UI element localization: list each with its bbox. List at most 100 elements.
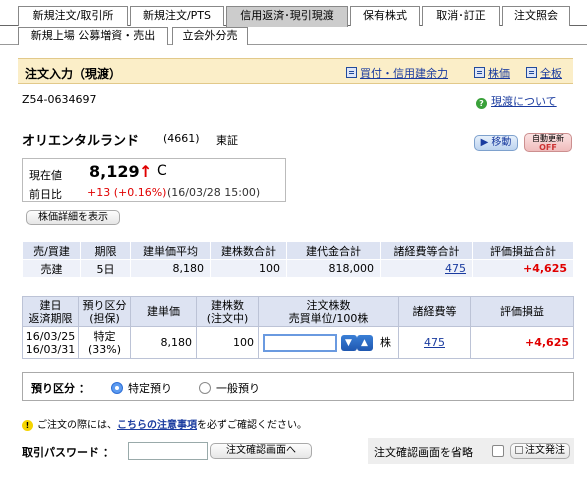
auto-update-state: OFF [539,143,557,152]
due-date: 16/03/31 [25,342,76,356]
col-avg: 建単価平均 [130,241,211,260]
col-category-label: 預り区分 [82,298,127,312]
auto-update-button[interactable]: 自動更新 OFF [524,133,572,152]
col-qty: 建株数合計 [210,241,287,260]
fees-cell[interactable]: 475 [398,326,471,359]
deposit-label: 預り区分 ： [31,382,90,395]
link-buy-margin[interactable]: 買付・信用建余力 [346,65,448,81]
summary-row: 売建 5日 8,180 100 818,000 475 +4,625 [22,259,574,278]
col-pl2: 評価損益 [470,296,574,327]
chevron-down-icon[interactable]: ▼ [340,334,357,351]
order-qty-cell: ▼ ▲ 株 [258,326,399,359]
pl-value: +4,625 [472,259,574,278]
radio-off-icon[interactable] [199,382,211,394]
change-label: 前日比 [29,188,62,201]
radio-on-icon[interactable] [111,382,123,394]
summary-table: 売/買建 期限 建単価平均 建株数合計 建代金合計 諸経費等合計 評価損益合計 … [22,241,574,278]
tab-cancel-modify[interactable]: 取消･訂正 [422,6,500,26]
col-collateral-label: (担保) [89,311,120,325]
col-order: 注文株数 売買単位/100株 [258,296,399,327]
col-fees2: 諸経費等 [398,296,471,327]
skip-checkbox[interactable] [492,445,504,457]
detail-table: 建日 返済期限 預り区分 (担保) 建単価 建株数 (注文中) 注文株数 売買単位/10… [22,296,574,359]
shares-value: 100 [196,326,259,359]
tab-margin-settlement[interactable]: 信用返済･現引現渡 [226,6,348,27]
tab-new-order-pts[interactable]: 新規注文/PTS [130,6,224,26]
link-about[interactable]: ? 現渡について [476,93,557,109]
link-full-board[interactable]: 全板 [526,65,562,81]
sub-tabs: 新規上場 公募増資・売出 立会外分売 [0,27,587,45]
tab-new-order-exchange[interactable]: 新規注文/取引所 [18,6,128,26]
col-pl: 評価損益合計 [472,241,574,260]
col-category: 預り区分 (担保) [78,296,131,327]
list-icon [474,67,485,78]
col-pending-label: (注文中) [206,311,249,325]
stock-detail-button[interactable]: 株価詳細を表示 [26,210,120,225]
skip-label: 注文確認画面を省略 [374,446,473,459]
col-date: 建日 返済期限 [22,296,79,327]
skip-box: 注文確認画面を省略 注文発注 [368,438,574,464]
col-shares-label: 建株数 [211,298,244,312]
notice-pre: ご注文の際には、 [37,420,117,431]
amount-value: 818,000 [286,259,381,278]
qty-value: 100 [210,259,287,278]
col-unit-label: 売買単位/100株 [288,311,369,325]
date-cell: 16/03/25 16/03/31 [22,326,79,359]
col-date-label: 建日 [39,298,62,312]
check-icon [515,446,523,454]
notice-post: を必ずご確認ください。 [197,420,307,431]
radio-specific[interactable]: 特定預り [111,380,172,396]
link-stock-price[interactable]: 株価 [474,65,510,81]
list-icon [526,67,537,78]
price-change: +13 (+0.16%) [87,186,167,199]
unit-label: 株 [380,335,391,349]
place-order-button[interactable]: 注文発注 [510,443,570,459]
avg-value: 8,180 [130,259,211,278]
order-qty-input[interactable] [263,333,337,352]
tab-holdings[interactable]: 保有株式 [350,6,420,26]
tab-off-floor[interactable]: 立会外分売 [172,27,248,45]
price-flag: C [157,163,167,179]
current-price-label: 現在値 [29,169,62,182]
col-order-label: 注文株数 [306,298,351,312]
tab-new-listing[interactable]: 新規上場 公募増資・売出 [18,27,168,45]
password-input[interactable] [128,442,208,460]
move-button[interactable]: ▶ 移動 [474,135,518,151]
tab-order-inquiry[interactable]: 注文照会 [502,6,570,26]
detail-row: 16/03/25 16/03/31 特定 (33%) 8,180 100 ▼ ▲ 株 … [22,326,574,359]
unit-price-value: 8,180 [130,326,197,359]
fees-link[interactable]: 475 [380,259,473,278]
stock-name: オリエンタルランド [22,134,140,149]
password-label: 取引パスワード ： [22,446,114,459]
col-side: 売/買建 [22,241,81,260]
radio-general[interactable]: 一般預り [199,380,260,396]
warning-icon: ! [22,420,33,431]
col-amount: 建代金合計 [286,241,381,260]
deposit-box: 預り区分 ： 特定預り 一般預り [22,372,574,401]
col-period: 期限 [80,241,131,260]
col-shares: 建株数 (注文中) [196,296,259,327]
detail-header-row: 建日 返済期限 預り区分 (担保) 建単価 建株数 (注文中) 注文株数 売買単位/10… [22,296,574,327]
period-value: 5日 [80,259,131,278]
stock-code: (4661) [163,132,200,145]
notice: ! ご注文の際には、こちらの注意事項を必ずご確認ください。 [22,416,307,431]
col-unit-price: 建単価 [130,296,197,327]
main-tabs: 新規注文/取引所 新規注文/PTS 信用返済･現引現渡 保有株式 取消･訂正 注… [0,6,587,27]
title-bar: 注文入力（現渡） 買付・信用建余力 株価 全板 [18,58,573,84]
price-time: (16/03/28 15:00) [167,186,261,199]
col-fees: 諸経費等合計 [380,241,473,260]
category-value: 特定 [93,329,116,343]
col-due-label: 返済期限 [28,311,73,325]
help-icon: ? [476,98,487,109]
confirm-button[interactable]: 注文確認画面へ [210,443,312,459]
up-arrow-icon: ↑ [139,162,153,181]
side-value: 売建 [22,259,81,278]
open-date: 16/03/25 [25,329,76,343]
chevron-up-icon[interactable]: ▲ [356,334,373,351]
notice-link[interactable]: こちらの注意事項 [117,420,197,431]
category-cell: 特定 (33%) [78,326,131,359]
auto-update-label: 自動更新 [532,134,564,143]
grid-icon [346,67,357,78]
order-id: Z54-0634697 [22,93,97,106]
summary-header-row: 売/買建 期限 建単価平均 建株数合計 建代金合計 諸経費等合計 評価損益合計 [22,241,574,260]
